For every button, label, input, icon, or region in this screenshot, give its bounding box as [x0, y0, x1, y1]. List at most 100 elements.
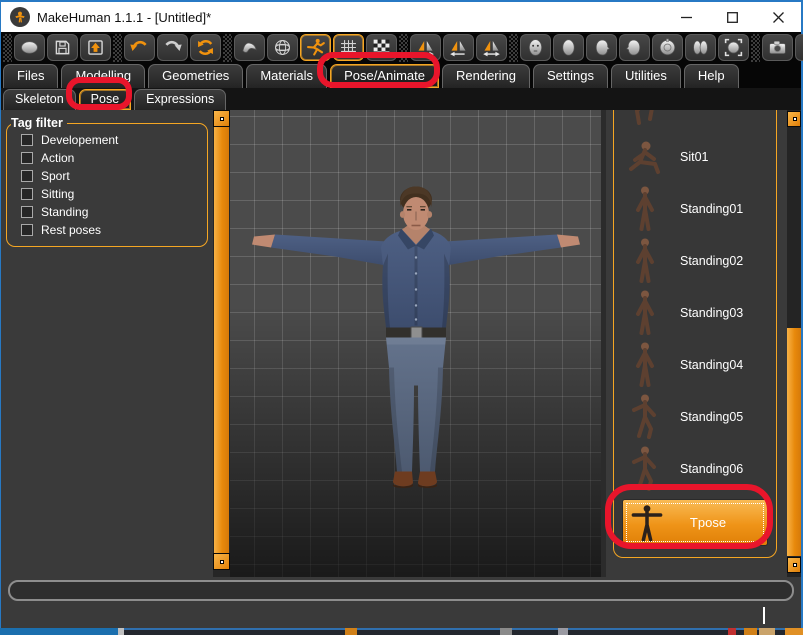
view-back-icon	[689, 37, 712, 58]
close-button[interactable]	[755, 2, 801, 32]
subdivide-button[interactable]	[366, 34, 397, 61]
text-cursor	[763, 607, 765, 624]
checkbox[interactable]	[21, 188, 33, 200]
grid-toggle-icon	[337, 37, 360, 58]
checkbox-label: Standing	[41, 205, 88, 219]
pose-thumbnail-icon	[622, 288, 668, 338]
symmetry-right-icon	[414, 37, 437, 58]
grid-toggle-button[interactable]	[333, 34, 364, 61]
view-face-icon	[524, 37, 547, 58]
pose-item-run01[interactable]: Run01	[614, 110, 776, 131]
title-bar: MakeHuman 1.1.1 - [Untitled]*	[1, 2, 801, 32]
checkbox-label: Sitting	[41, 187, 74, 201]
viewport-scrollbar-left[interactable]	[213, 110, 230, 577]
pose-item-standing03[interactable]: Standing03	[614, 287, 776, 339]
sub-tab-bar: SkeletonPoseExpressions	[1, 88, 801, 110]
pose-item-sit01[interactable]: Sit01	[614, 131, 776, 183]
checkbox[interactable]	[21, 134, 33, 146]
symmetry-left-icon	[447, 37, 470, 58]
reset-model-icon	[194, 37, 217, 58]
symmetry-right-button[interactable]	[410, 34, 441, 61]
new-mesh-button[interactable]	[14, 34, 45, 61]
help-icon	[799, 37, 803, 58]
scrollbar-thumb[interactable]	[787, 328, 801, 556]
reset-model-button[interactable]	[190, 34, 221, 61]
scrollbar-bottom-handle[interactable]	[213, 553, 230, 570]
subtab-skeleton[interactable]: Skeleton	[3, 89, 76, 110]
pose-item-standing01[interactable]: Standing01	[614, 183, 776, 235]
tag-filter-option-rest-poses[interactable]: Rest poses	[13, 221, 203, 239]
pose-mode-button[interactable]	[300, 34, 331, 61]
pose-item-standing05[interactable]: Standing05	[614, 391, 776, 443]
scrollbar-down-button[interactable]	[787, 557, 801, 573]
subtab-pose[interactable]: Pose	[79, 89, 132, 110]
viewport-3d[interactable]	[230, 110, 601, 577]
tab-rendering[interactable]: Rendering	[442, 64, 530, 88]
redo-button[interactable]	[157, 34, 188, 61]
pose-label: Run01	[680, 110, 717, 112]
view-left-button[interactable]	[619, 34, 650, 61]
tab-pose-animate[interactable]: Pose/Animate	[330, 64, 439, 88]
reset-camera-button[interactable]	[718, 34, 749, 61]
checkbox[interactable]	[21, 152, 33, 164]
symmetry-both-button[interactable]	[476, 34, 507, 61]
view-back-button[interactable]	[685, 34, 716, 61]
save-file-icon	[51, 37, 74, 58]
scrollbar-top-handle[interactable]	[213, 110, 230, 127]
tab-utilities[interactable]: Utilities	[611, 64, 681, 88]
checkbox[interactable]	[21, 206, 33, 218]
subtab-expressions[interactable]: Expressions	[134, 89, 226, 110]
view-front-button[interactable]	[553, 34, 584, 61]
main-toolbar	[1, 32, 801, 63]
new-mesh-icon	[18, 37, 41, 58]
view-top-button[interactable]	[652, 34, 683, 61]
tab-geometries[interactable]: Geometries	[148, 64, 243, 88]
checkbox-label: Developement	[41, 133, 118, 147]
pose-thumbnail-icon	[622, 392, 668, 442]
status-bar	[1, 603, 801, 628]
pose-item-standing06[interactable]: Standing06	[614, 443, 776, 495]
pose-mode-icon	[304, 37, 327, 58]
pose-thumbnail-icon	[622, 444, 668, 494]
pose-thumbnail-icon	[622, 132, 668, 182]
grab-screenshot-button[interactable]	[762, 34, 793, 61]
wireframe-icon	[271, 37, 294, 58]
undo-button[interactable]	[124, 34, 155, 61]
help-button[interactable]	[795, 34, 803, 61]
tag-filter-option-sitting[interactable]: Sitting	[13, 185, 203, 203]
tab-files[interactable]: Files	[3, 64, 58, 88]
tag-filter-option-standing[interactable]: Standing	[13, 203, 203, 221]
wireframe-button[interactable]	[267, 34, 298, 61]
pose-label: Standing02	[680, 254, 743, 268]
load-file-button[interactable]	[80, 34, 111, 61]
pose-label: Standing04	[680, 358, 743, 372]
pose-item-standing02[interactable]: Standing02	[614, 235, 776, 287]
toolbar-separator	[509, 34, 518, 62]
tpose-button-label: Tpose	[663, 515, 753, 530]
tag-filter-title: Tag filter	[11, 116, 67, 130]
checkbox[interactable]	[21, 170, 33, 182]
tab-modelling[interactable]: Modelling	[61, 64, 145, 88]
view-right-button[interactable]	[586, 34, 617, 61]
maximize-button[interactable]	[709, 2, 755, 32]
tpose-thumbnail-icon	[631, 503, 663, 543]
tab-settings[interactable]: Settings	[533, 64, 608, 88]
tab-help[interactable]: Help	[684, 64, 739, 88]
tag-filter-option-action[interactable]: Action	[13, 149, 203, 167]
tab-materials[interactable]: Materials	[246, 64, 327, 88]
smooth-shading-button[interactable]	[234, 34, 265, 61]
checkbox[interactable]	[21, 224, 33, 236]
view-face-button[interactable]	[520, 34, 551, 61]
tag-filter-option-sport[interactable]: Sport	[13, 167, 203, 185]
symmetry-left-button[interactable]	[443, 34, 474, 61]
tag-filter-option-developement[interactable]: Developement	[13, 131, 203, 149]
save-file-button[interactable]	[47, 34, 78, 61]
pose-item-standing04[interactable]: Standing04	[614, 339, 776, 391]
scrollbar-up-button[interactable]	[787, 111, 801, 127]
minimize-button[interactable]	[663, 2, 709, 32]
pose-list-scrollbar[interactable]	[787, 110, 801, 577]
view-left-icon	[623, 37, 646, 58]
scrollbar-thumb[interactable]	[214, 127, 229, 553]
pose-thumbnail-icon	[622, 110, 668, 130]
tpose-button[interactable]: Tpose	[622, 499, 768, 546]
